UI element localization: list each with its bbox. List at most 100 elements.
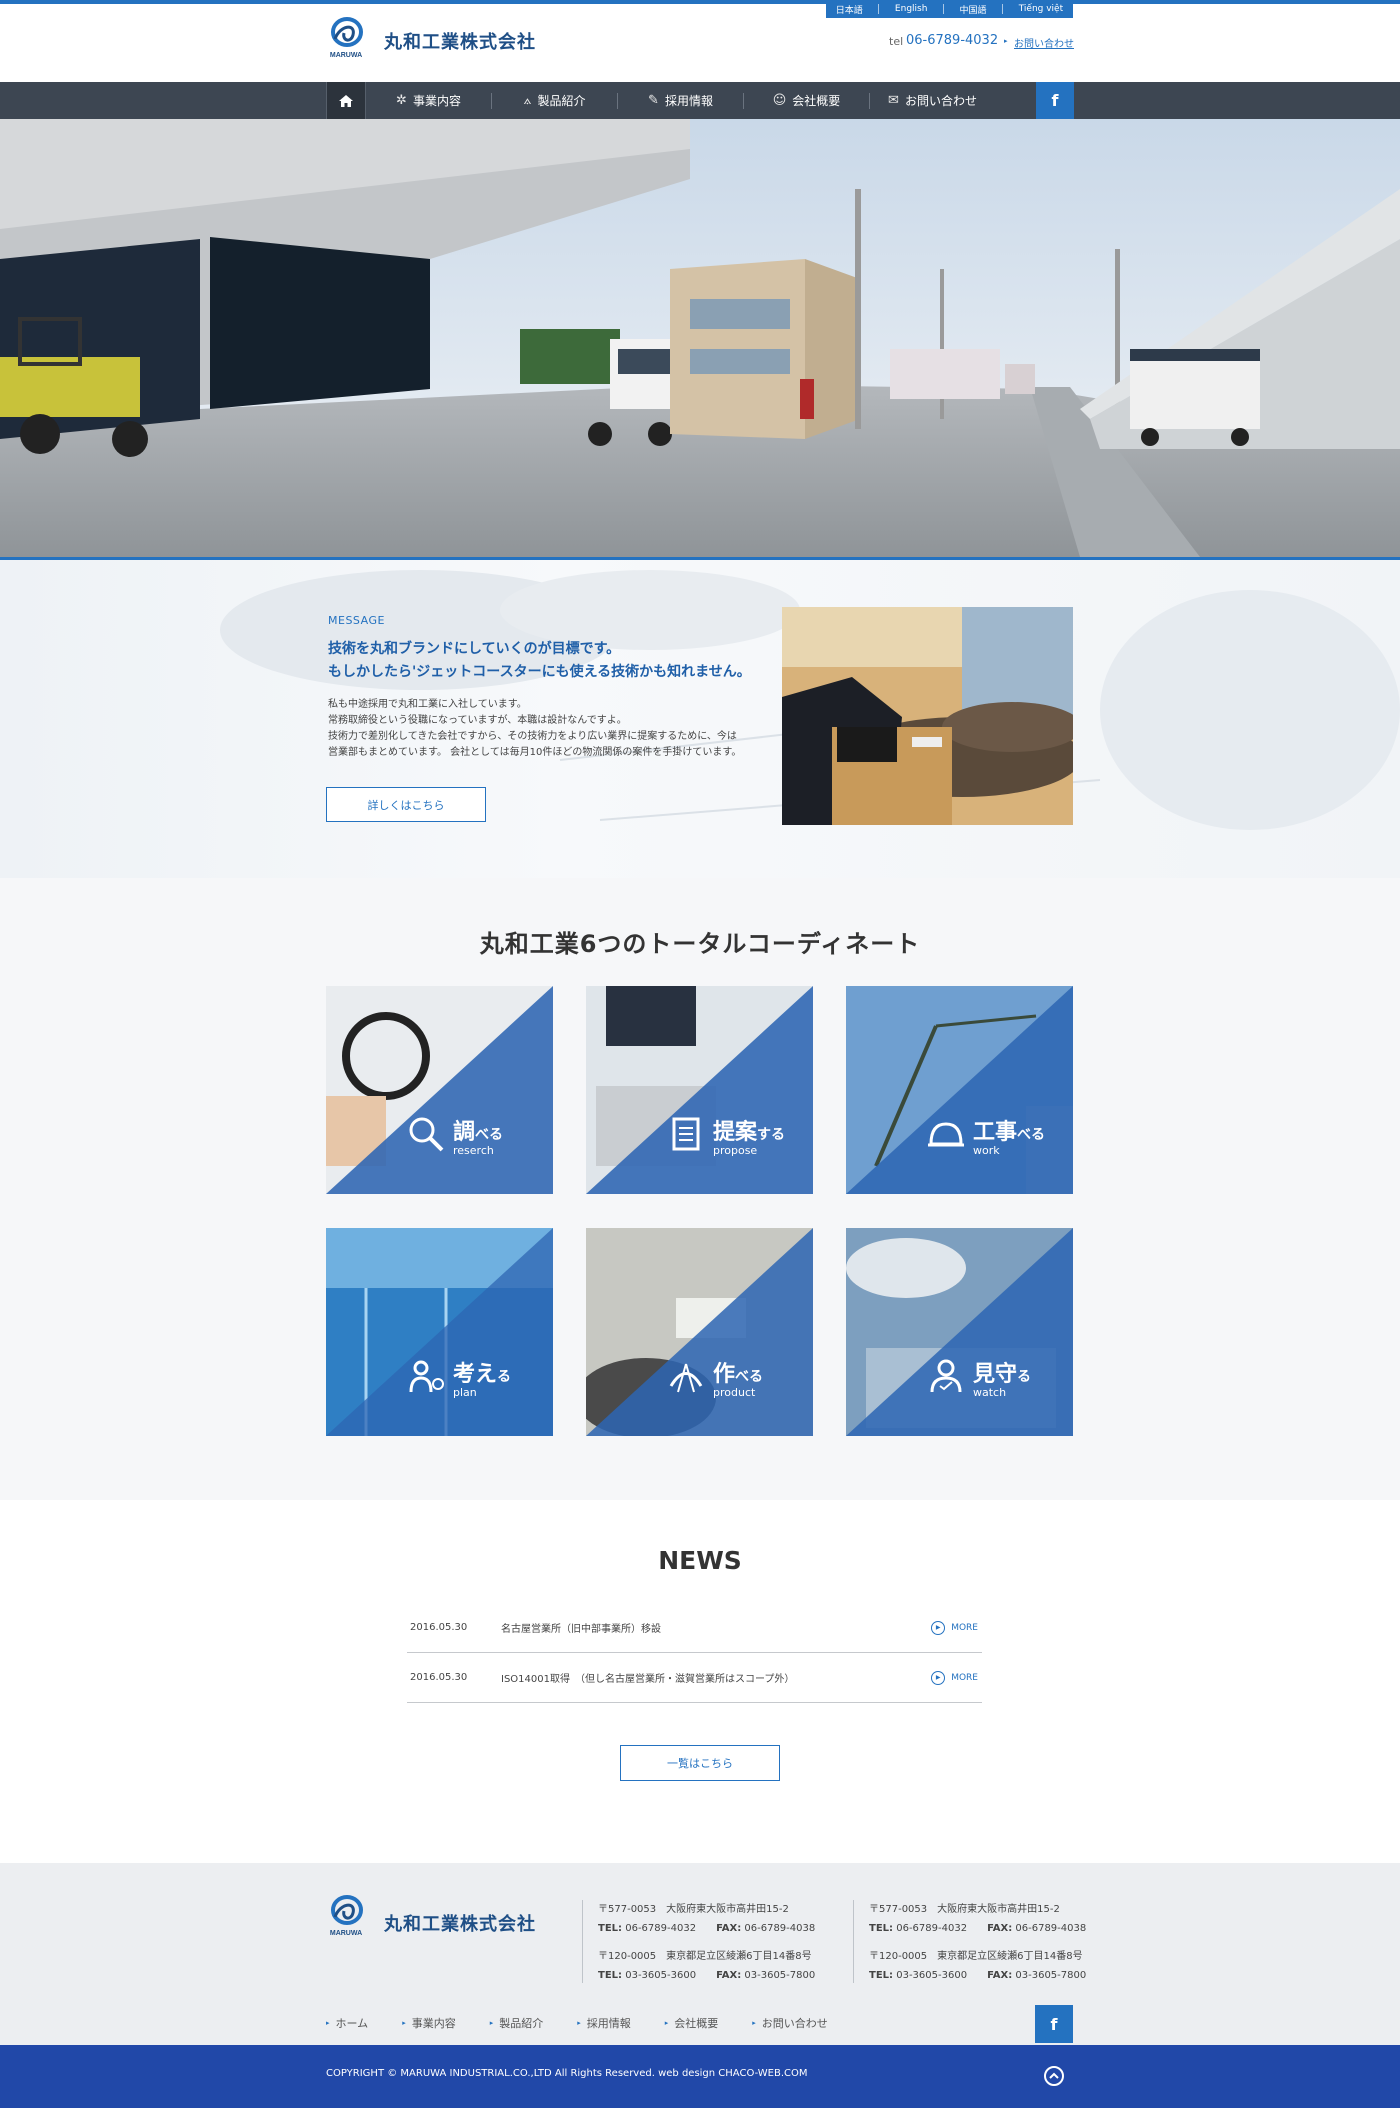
phone-line: TEL: 06-6789-4032 FAX: 06-6789-4038 <box>598 1919 815 1938</box>
footer-nav-label: お問い合わせ <box>761 2017 828 2030</box>
divider <box>942 4 944 14</box>
header-contact-link[interactable]: お問い合わせ <box>1014 35 1074 50</box>
thinking-person-icon <box>409 1360 444 1393</box>
tile-work[interactable]: 工事べる work <box>846 986 1073 1194</box>
footer-nav-label: 製品紹介 <box>499 2017 544 2030</box>
nav-item-contact[interactable]: ✉ お問い合わせ <box>870 82 995 119</box>
footer-logo[interactable]: MARUWA <box>326 1895 366 1937</box>
footer-nav-contact[interactable]: ▸ お問い合わせ <box>752 2015 828 2031</box>
nav-item-recruit[interactable]: ✎ 採用情報 <box>618 82 743 119</box>
tile-small-text: べる <box>1017 1127 1046 1143</box>
sparkle-icon: ✲ <box>396 93 407 108</box>
tile-research[interactable]: 調べる reserch <box>326 986 553 1194</box>
arrow-right-icon: ▸ <box>402 2019 406 2027</box>
tile-sub: propose <box>713 1144 758 1157</box>
tile-small-text: る <box>1017 1369 1032 1385</box>
person-check-icon <box>930 1359 962 1393</box>
fax-label: FAX: <box>716 1970 742 1981</box>
message-label: MESSAGE <box>328 614 385 627</box>
tel-label: TEL: <box>869 1970 894 1981</box>
site-title[interactable]: 丸和工業株式会社 <box>384 28 536 54</box>
nav-label: 採用情報 <box>664 94 713 108</box>
global-nav: ✲ 事業内容 ⟑ 製品紹介 ✎ 採用情報 ☺ 会社概要 ✉ お問い合わせ f <box>326 82 1074 119</box>
address-line: 〒120-0005 東京都足立区綾瀬6丁目14番8号 <box>869 1951 1083 1962</box>
compass-icon: ⟑ <box>523 93 532 108</box>
footer-nav-label: 採用情報 <box>586 2017 631 2030</box>
tile-sub: watch <box>973 1386 1007 1399</box>
footer-nav-products[interactable]: ▸ 製品紹介 <box>490 2015 544 2031</box>
fax-value: 06-6789-4038 <box>744 1923 816 1934</box>
nav-item-products[interactable]: ⟑ 製品紹介 <box>492 82 617 119</box>
message-line: 常務取締役という役職になっていますが、本職は設計なんですよ。 <box>328 715 627 726</box>
hero-image <box>0 119 1400 557</box>
tile-plan[interactable]: 考える plan <box>326 1228 553 1436</box>
fax-label: FAX: <box>987 1970 1013 1981</box>
tile-main-text: 工事 <box>973 1120 1018 1145</box>
tile-work-bg <box>846 986 1073 1194</box>
footer-nav-label: ホーム <box>335 2017 369 2030</box>
tile-small-text: べる <box>475 1127 504 1143</box>
top-accent-line <box>0 0 1400 4</box>
maruwa-logo[interactable]: MARUWA <box>326 17 366 59</box>
phone-line: TEL: 03-3605-3600 FAX: 03-3605-7800 <box>598 1966 815 1985</box>
divider <box>878 4 880 14</box>
footer-nav-label: 事業内容 <box>411 2017 456 2030</box>
fax-label: FAX: <box>987 1923 1013 1934</box>
news-more-link[interactable]: ▶ MORE <box>931 1620 982 1635</box>
nav-item-company[interactable]: ☺ 会社概要 <box>744 82 869 119</box>
tile-main-text: 見守 <box>973 1362 1018 1387</box>
tile-label: 提案する <box>713 1114 785 1146</box>
news-text[interactable]: ISO14001取得 （但し名古屋営業所・滋賀営業所はスコープ外） <box>487 1670 931 1685</box>
person-pen-icon: ✎ <box>648 93 659 108</box>
news-more-label: MORE <box>951 1622 978 1633</box>
footer-nav-company[interactable]: ▸ 会社概要 <box>665 2015 719 2031</box>
tile-main-text: 考え <box>453 1362 498 1387</box>
tile-watch-bg <box>846 1228 1073 1436</box>
footer-nav-business[interactable]: ▸ 事業内容 <box>402 2015 456 2031</box>
news-item[interactable]: 2016.05.30 ISO14001取得 （但し名古屋営業所・滋賀営業所はスコ… <box>407 1653 982 1703</box>
tile-label: 調べる <box>453 1114 503 1146</box>
footer-facebook-button[interactable]: f <box>1035 2005 1073 2043</box>
footer-nav-home[interactable]: ▸ ホーム <box>326 2015 368 2031</box>
footer-title: 丸和工業株式会社 <box>384 1914 536 1935</box>
tile-sub: work <box>973 1144 1000 1157</box>
fax-value: 06-6789-4038 <box>1015 1923 1087 1934</box>
news-item[interactable]: 2016.05.30 名古屋営業所（旧中部事業所）移設 ▶ MORE <box>407 1603 982 1653</box>
news-text[interactable]: 名古屋営業所（旧中部事業所）移設 <box>487 1620 931 1635</box>
message-headline-1: 技術を丸和ブランドにしていくのが目標です。 <box>328 641 621 657</box>
language-bar: 日本語 English 中国語 Tiếng việt <box>826 0 1073 18</box>
news-list-button[interactable]: 一覧はこちら <box>620 1745 780 1781</box>
footer-nav-recruit[interactable]: ▸ 採用情報 <box>577 2015 631 2031</box>
arrow-right-icon: ▸ <box>326 2019 330 2027</box>
address-line: 〒577-0053 大阪府東大阪市高井田15-2 <box>869 1904 1060 1915</box>
news-title: NEWS <box>658 1546 742 1575</box>
lang-chinese[interactable]: 中国語 <box>956 3 991 16</box>
facebook-button[interactable]: f <box>1036 82 1074 119</box>
logo-text: MARUWA <box>330 1930 362 1937</box>
seminar-illustration <box>782 607 1073 825</box>
tile-product[interactable]: 作べる product <box>586 1228 813 1436</box>
news-date: 2016.05.30 <box>410 1622 468 1633</box>
footer-address-left: 〒577-0053 大阪府東大阪市高井田15-2 TEL: 06-6789-40… <box>598 1900 815 1985</box>
arrow-right-icon: ▸ <box>577 2019 581 2027</box>
lang-vietnamese[interactable]: Tiếng việt <box>1015 4 1067 14</box>
tile-main-text: 作 <box>713 1362 736 1387</box>
copyright-text: COPYRIGHT © MARUWA INDUSTRIAL.CO.,LTD Al… <box>326 2068 808 2079</box>
tel-label: TEL: <box>869 1923 894 1934</box>
back-to-top-button[interactable] <box>1044 2066 1064 2086</box>
magnifier-icon <box>409 1117 444 1152</box>
person-icon: ☺ <box>772 93 787 108</box>
lang-english[interactable]: English <box>891 4 932 14</box>
lang-japanese[interactable]: 日本語 <box>832 3 867 16</box>
news-more-link[interactable]: ▶ MORE <box>931 1670 982 1685</box>
tile-watch[interactable]: 見守る watch <box>846 1228 1073 1436</box>
tel-label: TEL: <box>598 1970 623 1981</box>
tile-label: 考える <box>453 1356 511 1388</box>
message-detail-button[interactable]: 詳しくはこちら <box>326 787 486 822</box>
tile-propose[interactable]: 提案する propose <box>586 986 813 1194</box>
nav-home-button[interactable] <box>326 82 366 119</box>
compass-icon <box>669 1363 703 1393</box>
tel-number[interactable]: 06-6789-4032 <box>906 33 998 48</box>
nav-item-business[interactable]: ✲ 事業内容 <box>366 82 491 119</box>
